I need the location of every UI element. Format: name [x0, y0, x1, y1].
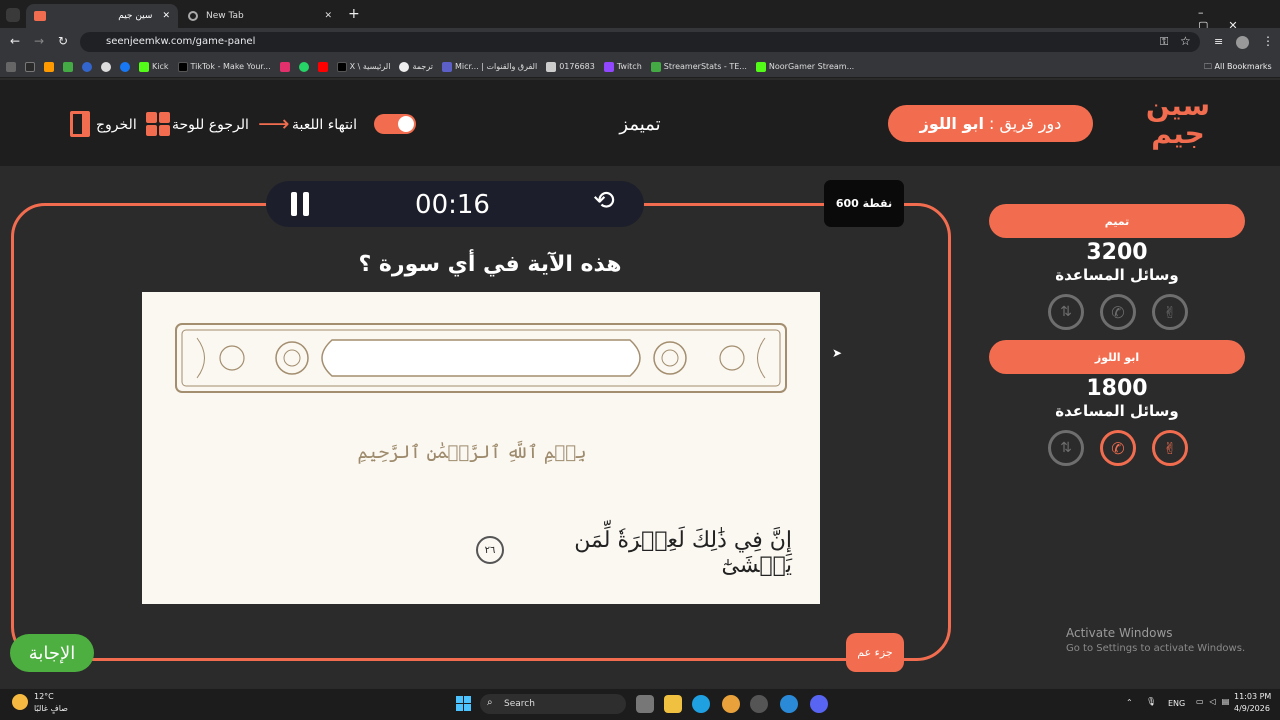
- bookmark-x[interactable]: X \ الرئيسية: [336, 61, 390, 72]
- bookmark-icon[interactable]: [82, 61, 92, 72]
- discord-icon[interactable]: [810, 695, 828, 713]
- aids-label: وسائل المساعدة: [1055, 402, 1179, 420]
- two-answers-icon[interactable]: ✌: [1152, 294, 1188, 330]
- mouse-cursor: ➤: [832, 346, 843, 360]
- aids-label: وسائل المساعدة: [1055, 266, 1179, 284]
- taskbar-search[interactable]: Search: [480, 694, 626, 714]
- tab-search-button[interactable]: [6, 8, 20, 22]
- swap-question-icon[interactable]: ⇅: [1048, 294, 1084, 330]
- facebook-icon[interactable]: [120, 61, 130, 72]
- verse-number: ٢٦: [476, 536, 504, 564]
- weather-desc[interactable]: صافٍ غالبًا: [34, 704, 68, 713]
- back-to-board-label[interactable]: الرجوع للوحة: [172, 117, 249, 133]
- bookmark-twitch[interactable]: Twitch: [603, 61, 642, 72]
- forward-icon[interactable]: →: [34, 34, 44, 48]
- team-aids-row: ⇅ ✆ ✌: [1048, 294, 1188, 330]
- site-favicon: [34, 11, 46, 21]
- new-tab-button[interactable]: +: [348, 6, 360, 22]
- tab-seenjeem[interactable]: سين جيم ✕: [26, 4, 178, 28]
- youtube-icon[interactable]: [317, 61, 328, 72]
- menu-icon[interactable]: ⋮: [1262, 34, 1274, 48]
- chrome-icon: [188, 11, 198, 21]
- grid-icon[interactable]: [146, 112, 170, 136]
- apps-icon[interactable]: [6, 61, 16, 72]
- task-view-icon[interactable]: [636, 695, 654, 713]
- bookmarks-bar: Kick TikTok - Make Your... X \ الرئيسية …: [0, 56, 1280, 78]
- bookmark-icon[interactable]: [101, 61, 111, 72]
- arrow-icon[interactable]: ⟶: [258, 112, 290, 137]
- timer-display: 00:16: [415, 190, 490, 220]
- exit-door-icon[interactable]: [70, 111, 90, 137]
- bookmark-noorgamer[interactable]: NoorGamer Stream...: [755, 61, 854, 72]
- phone-call-icon[interactable]: ✆: [1100, 294, 1136, 330]
- verse-text: إِنَّ فِي ذَٰلِكَ لَعِبۡرَةٗ لِّمَن يَخۡ…: [574, 528, 792, 578]
- bookmark-translate[interactable]: ترجمة: [399, 61, 433, 72]
- activate-windows-title: Activate Windows: [1066, 626, 1173, 640]
- tab-title: سين جيم: [118, 11, 153, 21]
- question-text: هذه الآية في أي سورة ؟: [358, 252, 622, 277]
- file-explorer-icon[interactable]: [664, 695, 682, 713]
- chevron-up-icon[interactable]: ⌃: [1126, 698, 1133, 707]
- back-icon[interactable]: ←: [10, 34, 20, 48]
- bookmark-icon[interactable]: [63, 61, 73, 72]
- app-icon[interactable]: [750, 695, 768, 713]
- tab-new-tab[interactable]: New Tab ✕: [180, 4, 340, 28]
- team-aids-row: ⇅ ✆ ✌: [1048, 430, 1188, 466]
- bookmark-streamerstats[interactable]: StreamerStats - TE...: [650, 61, 747, 72]
- exit-label[interactable]: الخروج: [96, 117, 137, 133]
- key-icon[interactable]: ⚿: [1160, 35, 1168, 49]
- weather-temp[interactable]: 12°C: [34, 692, 54, 701]
- edge-icon[interactable]: [692, 695, 710, 713]
- team-name-pill: ابو اللوز: [989, 340, 1245, 374]
- app-icon[interactable]: [780, 695, 798, 713]
- category-title: تميمز: [619, 114, 661, 135]
- question-image: بِسۡمِ ٱللَّهِ ٱلرَّحۡمَٰنِ ٱلرَّحِيمِ إ…: [142, 292, 820, 604]
- all-bookmarks[interactable]: 🗀 All Bookmarks: [1204, 61, 1272, 75]
- activate-windows-subtitle: Go to Settings to activate Windows.: [1066, 643, 1246, 654]
- team-score: 3200: [1086, 240, 1148, 265]
- bookmark-kick[interactable]: Kick: [139, 61, 169, 72]
- tab-title: New Tab: [206, 11, 244, 21]
- swap-question-icon[interactable]: ⇅: [1048, 430, 1084, 466]
- media-icon[interactable]: ≡: [1214, 35, 1223, 48]
- windows-start-icon[interactable]: [456, 696, 471, 711]
- clock-date[interactable]: 4/9/2026: [1234, 704, 1270, 713]
- clock-time[interactable]: 11:03 PM: [1234, 692, 1271, 701]
- category-tag: جزء عم: [846, 633, 904, 672]
- close-icon[interactable]: ✕: [324, 11, 332, 21]
- whatsapp-icon[interactable]: [298, 61, 309, 72]
- bookmark-tiktok[interactable]: TikTok - Make Your...: [177, 61, 271, 72]
- chrome-icon[interactable]: [722, 695, 740, 713]
- star-icon[interactable]: ☆: [1180, 34, 1191, 48]
- close-icon[interactable]: ✕: [162, 11, 170, 21]
- turn-team-name: ابو اللوز: [919, 114, 984, 133]
- end-game-label[interactable]: انتهاء اللعبة: [292, 117, 357, 133]
- team-name-pill: تميم: [989, 204, 1245, 238]
- language-indicator[interactable]: ENG: [1168, 699, 1185, 708]
- bookmark-icon[interactable]: [44, 61, 54, 72]
- url-input[interactable]: seenjeemkw.com/game-panel: [80, 32, 1200, 52]
- bookmark-teams[interactable]: Micr... | الفرق والقنوات: [441, 61, 537, 72]
- instagram-icon[interactable]: [279, 61, 290, 72]
- reload-icon[interactable]: ↻: [58, 34, 68, 48]
- phone-call-icon[interactable]: ✆: [1100, 430, 1136, 466]
- turn-prefix: دور فريق :: [988, 114, 1062, 133]
- pause-icon[interactable]: [289, 192, 311, 216]
- site-logo[interactable]: سين جيم: [1140, 92, 1216, 156]
- system-tray-icons[interactable]: ▭◁▤: [1196, 697, 1235, 706]
- points-badge: 600 نقطة: [824, 180, 904, 227]
- end-game-toggle[interactable]: [374, 114, 416, 134]
- profile-avatar[interactable]: [1236, 36, 1249, 49]
- turn-indicator: دور فريق : ابو اللوز: [888, 105, 1093, 142]
- mic-icon[interactable]: 🎙: [1146, 697, 1156, 706]
- bookmark-icon[interactable]: [25, 61, 35, 72]
- bookmark-number[interactable]: 0176683: [546, 61, 595, 72]
- weather-icon[interactable]: [12, 694, 28, 710]
- team-score: 1800: [1086, 376, 1148, 401]
- basmala-text: بِسۡمِ ٱللَّهِ ٱلرَّحۡمَٰنِ ٱلرَّحِيمِ: [357, 442, 587, 463]
- reset-timer-icon[interactable]: ⟲: [593, 186, 615, 216]
- answer-button[interactable]: الإجابة: [10, 634, 94, 672]
- search-icon: ⌕: [487, 697, 493, 708]
- two-answers-icon[interactable]: ✌: [1152, 430, 1188, 466]
